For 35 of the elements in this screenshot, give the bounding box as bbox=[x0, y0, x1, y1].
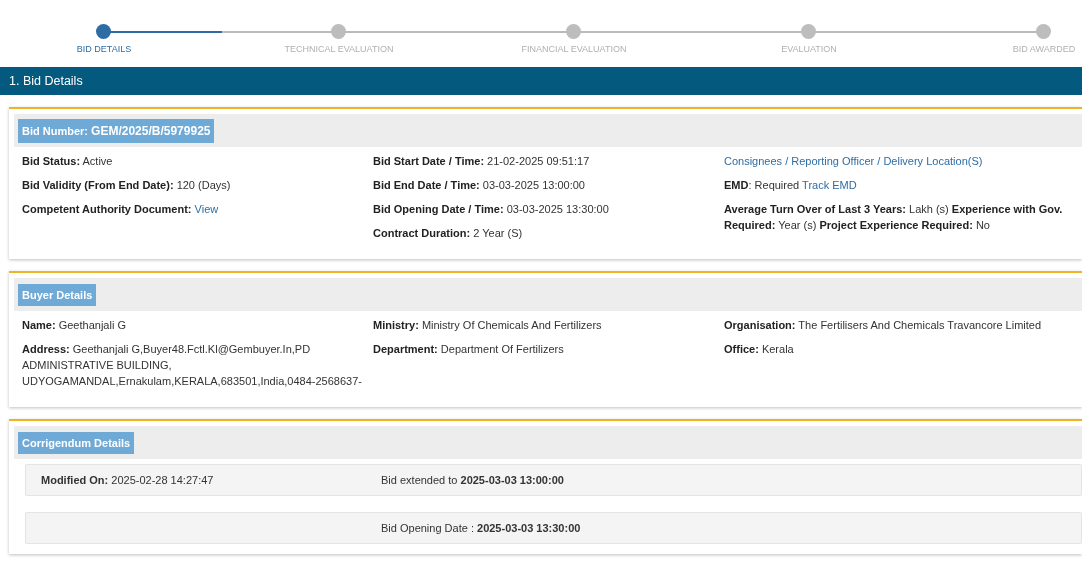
field-text: Organisation: The Fertilisers And Chemicals Travancore Limited bbox=[724, 318, 1043, 333]
step-dot[interactable] bbox=[801, 24, 816, 39]
step-label: EVALUATION bbox=[780, 44, 838, 54]
step-label: BID DETAILS bbox=[75, 44, 133, 54]
section-title: 1. Bid Details bbox=[9, 74, 83, 88]
card-title: Bid Number: GEM/2025/B/5979925 bbox=[18, 118, 215, 143]
field-text: EMD: Required Track EMD bbox=[724, 178, 858, 193]
step-dot[interactable] bbox=[1036, 24, 1051, 39]
field-text: Office: Kerala bbox=[724, 342, 795, 357]
step-label: FINANCIAL EVALUATION bbox=[520, 44, 628, 54]
card-title: Buyer Details bbox=[18, 283, 97, 306]
field-text: Bid Opening Date / Time: 03-03-2025 13:30:00 bbox=[373, 202, 610, 217]
corrigendum-text: Bid Opening Date : 2025-03-03 13:30:00 bbox=[381, 522, 581, 534]
field-text: Competent Authority Document: View bbox=[22, 202, 220, 217]
step-dot[interactable] bbox=[566, 24, 581, 39]
field-text: Ministry: Ministry Of Chemicals And Fertilizers bbox=[373, 318, 603, 333]
corrigendum-text: Bid extended to 2025-03-03 13:00:00 bbox=[381, 474, 564, 486]
step-dot[interactable] bbox=[331, 24, 346, 39]
field-text: Name: Geethanjali G bbox=[22, 318, 127, 333]
link[interactable]: Consignees / Reporting Officer / Delivery Location(S) bbox=[724, 155, 983, 167]
field-text: Bid End Date / Time: 03-03-2025 13:00:00 bbox=[373, 178, 586, 193]
field-text: Department: Department Of Fertilizers bbox=[373, 342, 565, 357]
link[interactable]: Track EMD bbox=[802, 179, 857, 191]
field-text: Bid Start Date / Time: 21-02-2025 09:51:17 bbox=[373, 154, 591, 169]
link[interactable]: View bbox=[194, 203, 219, 215]
modified-text: Modified On: 2025-02-28 14:27:47 bbox=[41, 474, 215, 486]
step-dot[interactable] bbox=[96, 24, 111, 39]
card-title: Corrigendum Details bbox=[18, 431, 135, 454]
step-label: BID AWARDED bbox=[1011, 44, 1077, 54]
field-text: Bid Status: Active bbox=[22, 154, 114, 169]
field-text: Contract Duration: 2 Year (S) bbox=[373, 226, 524, 241]
field-text: Average Turn Over of Last 3 Years: Lakh (s) Experience with Gov. Required: Year (s) Project Experience Required: No bbox=[724, 202, 1064, 233]
field-text: Address: Geethanjali G,Buyer48.Fctl.Kl@Gembuyer.In,PD ADMINISTRATIVE BUILDING, UDYOGAMANDAL,Ernakulam,KERALA,683501,India,0484-2568637- bbox=[22, 342, 363, 389]
field-text: Bid Validity (From End Date): 120 (Days) bbox=[22, 178, 232, 193]
step-label: TECHNICAL EVALUATION bbox=[283, 44, 395, 54]
